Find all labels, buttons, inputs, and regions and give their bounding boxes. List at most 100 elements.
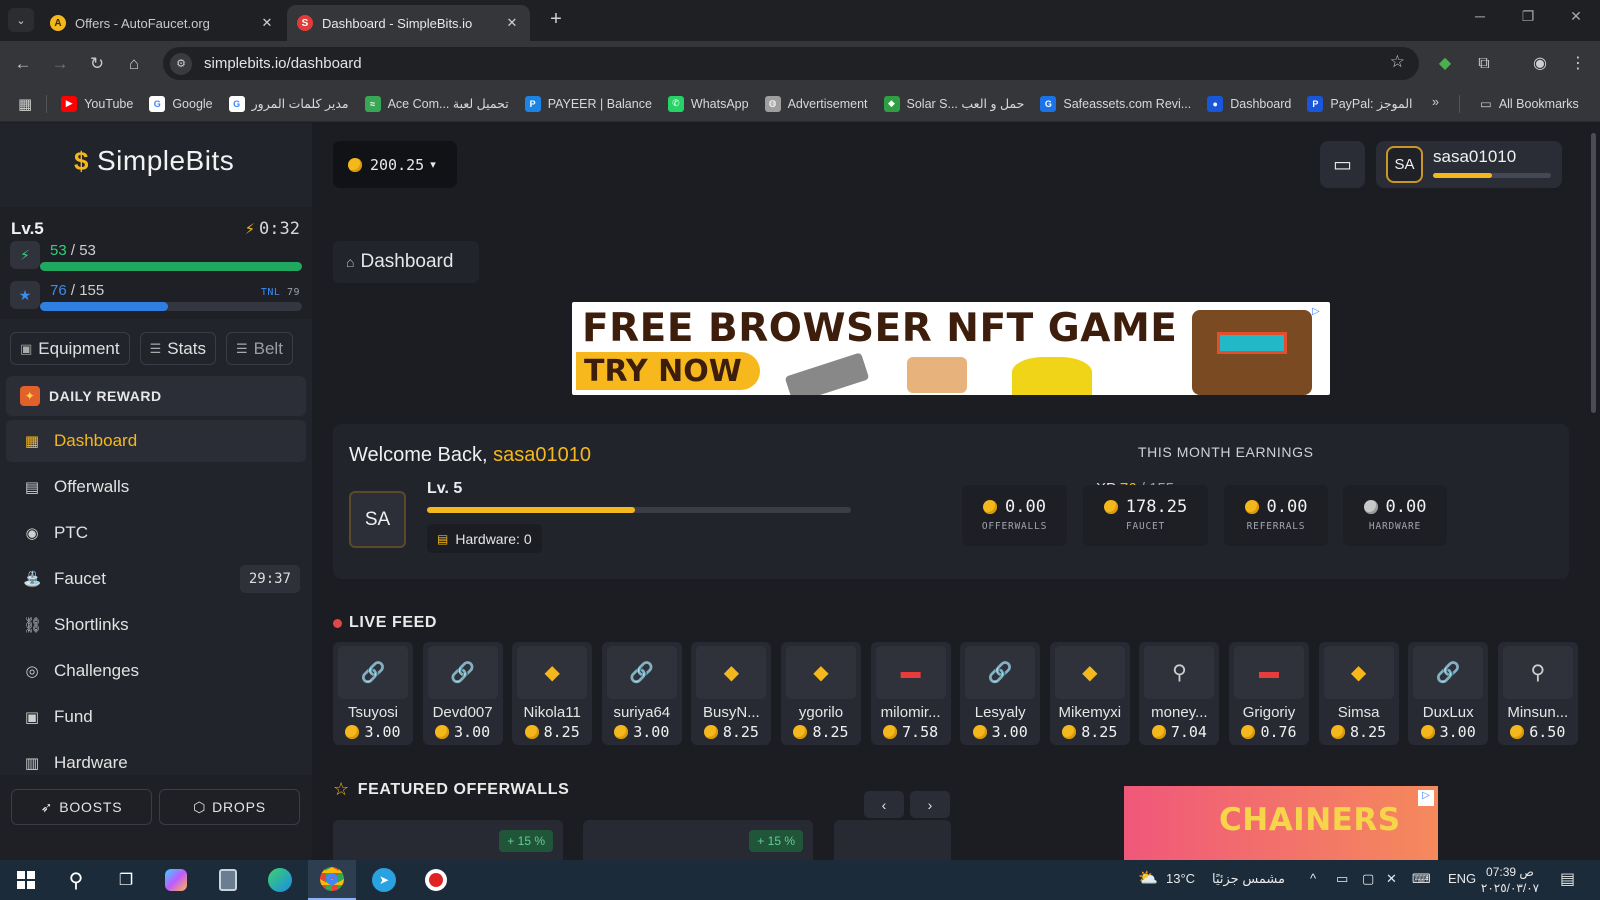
bookmark-star-icon[interactable]: ☆ <box>1390 52 1405 72</box>
reload-icon[interactable]: ↻ <box>85 52 109 76</box>
apps-grid-icon[interactable]: ▦ <box>18 95 32 113</box>
sidebar-item-fund[interactable]: ▣ Fund <box>6 696 306 738</box>
tab-belt[interactable]: ☰ Belt <box>225 332 293 365</box>
volume-muted-icon[interactable]: ✕ <box>1386 871 1397 887</box>
browser-tab-simplebits[interactable]: S Dashboard - SimpleBits.io ✕ <box>287 5 530 41</box>
new-tab-button[interactable]: + <box>544 8 568 32</box>
restore-icon[interactable]: ❐ <box>1514 8 1542 25</box>
task-view-icon[interactable]: ❐ <box>102 860 150 900</box>
site-logo[interactable]: $ SimpleBits <box>74 145 234 177</box>
live-feed-item[interactable]: ▬ milomir... 7.58 <box>870 642 951 745</box>
live-feed-item[interactable]: ◆ Mikemyxi 8.25 <box>1049 642 1130 745</box>
extensions-puzzle-icon[interactable]: ⧉ <box>1472 52 1496 76</box>
live-feed-item[interactable]: 🔗 Tsuyosi 3.00 <box>333 642 413 745</box>
language-indicator[interactable]: ENG <box>1448 871 1476 886</box>
bookmark-item[interactable]: ◍ Advertisement <box>764 95 868 112</box>
back-icon[interactable]: ← <box>11 52 35 76</box>
sidebar-item-ptc[interactable]: ◉ PTC <box>6 512 306 554</box>
notifications-icon[interactable]: ▤ <box>1560 869 1575 889</box>
energy-timer: ⚡ 0:32 <box>244 219 300 239</box>
page-scrollbar[interactable] <box>1591 133 1596 413</box>
live-feed-item[interactable]: 🔗 Lesyaly 3.00 <box>960 642 1041 745</box>
home-icon[interactable]: ⌂ <box>122 52 146 76</box>
ad-info-icon[interactable]: ▷ <box>1418 790 1434 806</box>
sidebar-item-offerwalls[interactable]: ▤ Offerwalls <box>6 466 306 508</box>
drops-button[interactable]: ⬡ DROPS <box>159 789 300 825</box>
boosts-button[interactable]: ➶ BOOSTS <box>11 789 152 825</box>
calculator-icon[interactable] <box>204 860 252 900</box>
close-tab-icon[interactable]: ✕ <box>504 15 520 31</box>
energy-bar <box>40 262 302 271</box>
telegram-icon[interactable]: ➤ <box>360 860 408 900</box>
side-ad-banner[interactable]: CHAINERS ▷ <box>1124 786 1438 860</box>
live-feed-item[interactable]: ▬ Grigoriy 0.76 <box>1229 642 1309 745</box>
address-bar[interactable]: ⚙ simplebits.io/dashboard ☆ <box>163 47 1419 80</box>
tab-search-button[interactable]: ⌄ <box>8 8 34 32</box>
tab-stats[interactable]: ☰ Stats <box>139 332 216 365</box>
live-feed-item[interactable]: 🔗 Devd007 3.00 <box>422 642 503 745</box>
bookmark-favicon-icon: G <box>1040 95 1057 112</box>
start-button[interactable] <box>2 860 50 900</box>
bookmark-item[interactable]: ▶ YouTube <box>61 95 133 112</box>
network-icon[interactable]: ▭ <box>1336 871 1348 887</box>
extension-icon[interactable]: ◆ <box>1433 52 1457 76</box>
live-feed-item[interactable]: 🔗 DuxLux 3.00 <box>1408 642 1489 745</box>
chrome-icon[interactable] <box>308 860 356 900</box>
daily-reward-button[interactable]: ✦ DAILY REWARD <box>6 376 306 416</box>
browser-menu-icon[interactable]: ⋮ <box>1566 52 1590 76</box>
sidebar-item-shortlinks[interactable]: ⛓ Shortlinks <box>6 604 306 646</box>
clock[interactable]: 07:39 ص ٢٠٢٥/٠٣/٠٧ <box>1480 864 1540 896</box>
forward-icon[interactable]: → <box>48 52 72 76</box>
close-tab-icon[interactable]: ✕ <box>259 15 275 31</box>
tray-chevron-icon[interactable]: ^ <box>1310 871 1316 886</box>
bookmark-item[interactable]: ✆ WhatsApp <box>667 95 749 112</box>
minimize-icon[interactable]: ─ <box>1466 8 1494 24</box>
bookmark-favicon-icon: ≈ <box>364 95 381 112</box>
more-bookmarks-icon[interactable]: » <box>1432 95 1439 109</box>
keyboard-icon[interactable]: ⌨ <box>1412 871 1431 887</box>
earning-label: HARDWARE <box>1368 521 1422 532</box>
copilot-icon[interactable] <box>152 860 200 900</box>
sidebar-item-faucet[interactable]: ⛲ Faucet 29:37 <box>6 558 306 600</box>
bookmark-item[interactable]: ≈ Ace Com... تحميل لعبة <box>364 95 509 112</box>
recorder-icon[interactable] <box>412 860 460 900</box>
live-feed-item[interactable]: ⚲ Minsun... 6.50 <box>1497 642 1578 745</box>
site-info-icon[interactable]: ⚙ <box>170 52 192 75</box>
next-arrow-button[interactable]: › <box>910 791 950 818</box>
edge-icon[interactable] <box>256 860 304 900</box>
tab-equipment[interactable]: ▣ Equipment <box>10 332 130 365</box>
search-icon[interactable]: ⚲ <box>52 860 100 900</box>
ad-info-icon[interactable]: ▷ <box>1312 306 1326 320</box>
bookmark-item[interactable]: P PAYEER | Balance <box>524 95 652 112</box>
live-feed-item[interactable]: ◆ Simsa 8.25 <box>1318 642 1399 745</box>
bookmark-item[interactable]: G Google <box>149 95 213 112</box>
offerwall-card[interactable]: + 15 % <box>333 820 563 860</box>
balance-dropdown[interactable]: 200.25 ▾ <box>333 141 457 188</box>
chat-button[interactable]: ▭ <box>1320 141 1365 188</box>
live-feed-item[interactable]: 🔗 suriya64 3.00 <box>601 642 682 745</box>
bookmark-item[interactable]: G مدير كلمات المرور <box>228 95 349 112</box>
live-feed-item[interactable]: ⚲ money... 7.04 <box>1139 642 1220 745</box>
bookmark-item[interactable]: ◆ Solar S... حمل و العب <box>883 95 1024 112</box>
bookmark-item[interactable]: ● Dashboard <box>1207 95 1291 112</box>
sidebar-item-dashboard[interactable]: ▦ Dashboard <box>6 420 306 462</box>
user-menu[interactable]: SA sasa01010 <box>1376 141 1562 188</box>
bookmark-item[interactable]: G Safeassets.com Revi... <box>1040 95 1191 112</box>
profile-icon[interactable]: ◉ <box>1528 52 1552 76</box>
live-feed-item[interactable]: ◆ Nikola11 8.25 <box>512 642 593 745</box>
all-bookmarks-button[interactable]: ▭ All Bookmarks <box>1480 96 1579 112</box>
offerwall-card[interactable]: + 15 % <box>583 820 813 860</box>
close-window-icon[interactable]: ✕ <box>1562 8 1590 25</box>
live-feed-item[interactable]: ◆ BusyN... 8.25 <box>691 642 772 745</box>
meet-icon[interactable]: ▢ <box>1362 871 1374 887</box>
browser-tab-autofaucet[interactable]: A Offers - AutoFaucet.org ✕ <box>40 5 285 41</box>
prev-arrow-button[interactable]: ‹ <box>864 791 904 818</box>
weather-icon[interactable]: ⛅ <box>1138 868 1158 888</box>
live-feed-heading: LIVE FEED <box>333 614 437 632</box>
sidebar-item-challenges[interactable]: ◎ Challenges <box>6 650 306 692</box>
ad-banner[interactable]: FREE BROWSER NFT GAME TRY NOW ▷ <box>572 302 1330 395</box>
bookmark-item[interactable]: P PayPal: الموجز <box>1307 95 1413 112</box>
offerwall-card[interactable] <box>834 820 951 860</box>
live-feed-item[interactable]: ◆ ygorilo 8.25 <box>781 642 861 745</box>
username: sasa01010 <box>1433 147 1517 166</box>
